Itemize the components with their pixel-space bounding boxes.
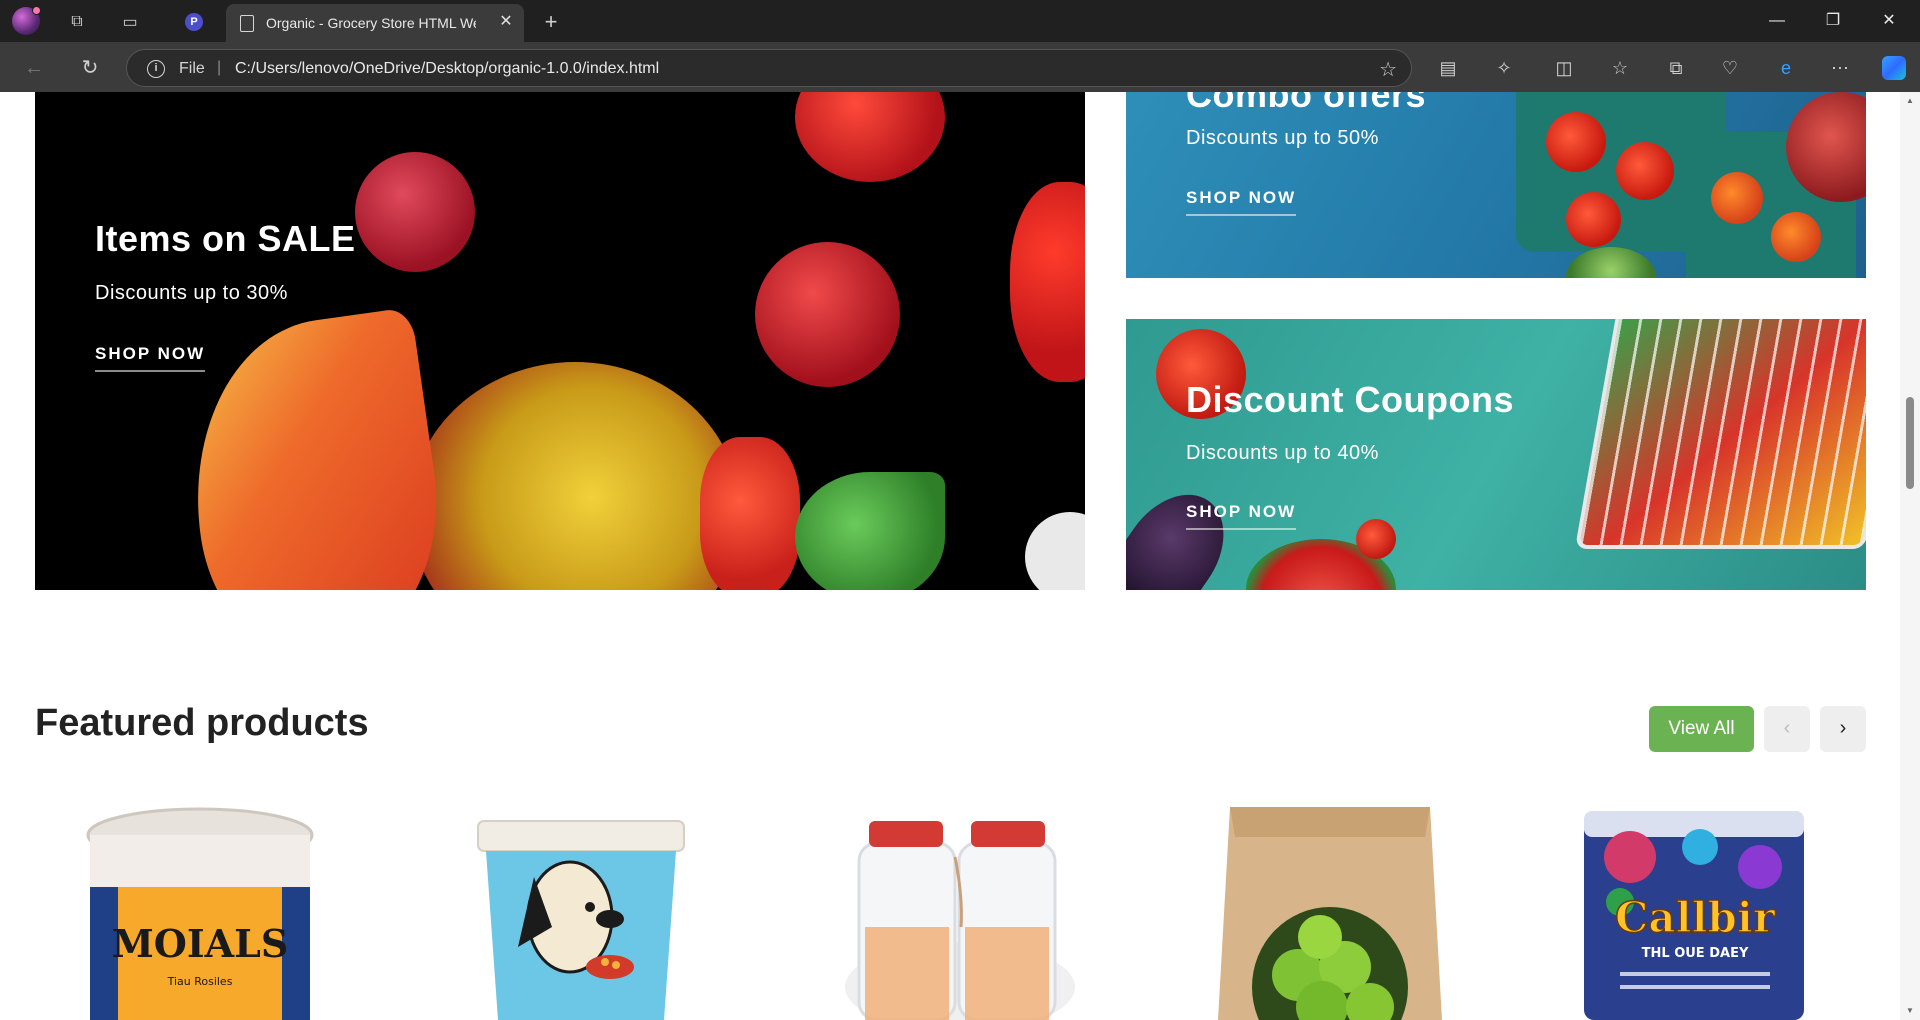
scroll-down-icon[interactable]: ▼ <box>1905 1006 1915 1015</box>
view-all-button[interactable]: View All <box>1649 706 1754 752</box>
product-card[interactable] <box>835 807 1095 1020</box>
page-icon <box>240 15 254 32</box>
raspberry-image <box>355 152 475 272</box>
combo-banner[interactable]: Combo offers Discounts up to 50% SHOP NO… <box>1126 92 1866 278</box>
restore-icon[interactable]: ❐ <box>1818 8 1848 34</box>
coupons-banner[interactable]: Discount Coupons Discounts up to 40% SHO… <box>1126 319 1866 590</box>
product-card[interactable]: Callbir THL OUE DAEY <box>1580 807 1840 1020</box>
jars-product-image <box>845 821 1075 1020</box>
strawberry-image <box>795 92 945 182</box>
scroll-up-icon[interactable]: ▲ <box>1905 96 1915 105</box>
address-bar[interactable]: i File | C:/Users/lenovo/OneDrive/Deskto… <box>126 49 1412 87</box>
tab-organic[interactable]: Organic - Grocery Store HTML We ✕ <box>226 4 524 42</box>
app-available-icon[interactable]: ▤ <box>1434 54 1462 82</box>
tab-title: Organic - Grocery Store HTML We <box>266 15 476 31</box>
workspaces-icon[interactable]: ⧉ <box>64 9 90 35</box>
favorite-star-icon[interactable]: ☆ <box>1379 57 1397 82</box>
tomato-image <box>1546 112 1606 172</box>
close-window-icon[interactable]: ✕ <box>1874 8 1904 34</box>
profile-avatar[interactable] <box>12 6 41 35</box>
notification-dot <box>32 6 41 15</box>
milk-splash-image <box>1025 512 1085 590</box>
pinned-tab-icon[interactable]: P <box>181 9 207 35</box>
browser-essentials-icon[interactable]: ♡ <box>1716 54 1744 82</box>
divider: | <box>217 59 222 76</box>
collections-icon[interactable]: ⧉ <box>1662 54 1690 82</box>
copilot-icon[interactable] <box>1882 56 1906 80</box>
scrollbar-thumb[interactable] <box>1906 397 1914 489</box>
eggplant-image <box>1126 474 1246 590</box>
split-screen-icon[interactable]: ◫ <box>1550 54 1578 82</box>
tomato-image <box>1616 142 1674 200</box>
section-title: Featured products <box>35 702 369 744</box>
limes-bag-product-image <box>1218 807 1442 1020</box>
product-sublabel: THL OUE DAEY <box>1642 946 1749 961</box>
page-scrollbar[interactable]: ▲ ▼ <box>1900 92 1920 1020</box>
sale-shop-now-link[interactable]: SHOP NOW <box>95 344 206 372</box>
back-arrow-icon[interactable]: ← <box>20 54 48 82</box>
edge-bar-icon[interactable]: e <box>1772 54 1800 82</box>
extensions-icon[interactable]: ✧ <box>1490 54 1518 82</box>
product-card[interactable] <box>1210 807 1470 1020</box>
product-label: Callbir <box>1615 893 1776 942</box>
tomato-image <box>1711 172 1763 224</box>
browser-tabbar: ⧉ ▭ P Organic - Grocery Store HTML We ✕ … <box>0 0 1920 42</box>
papaya-slice-image <box>173 306 457 590</box>
banner-subtitle: Discounts up to 40% <box>1186 442 1379 464</box>
info-icon[interactable]: i <box>147 60 165 78</box>
apple-image <box>410 362 740 590</box>
dog-food-product-image <box>477 820 685 1020</box>
more-menu-icon[interactable]: ⋯ <box>1826 54 1854 82</box>
banner-title: Combo offers <box>1186 92 1426 115</box>
tomato-image <box>1771 212 1821 262</box>
tab-actions-icon[interactable]: ▭ <box>117 9 143 35</box>
snack-bag-product-image: Callbir THL OUE DAEY <box>1584 811 1804 1020</box>
product-card[interactable]: MOIALS Tiau Rosiles <box>80 807 340 1020</box>
refresh-icon[interactable]: ↻ <box>76 54 104 82</box>
banner-subtitle: Discounts up to 30% <box>95 282 288 304</box>
mint-leaf-image <box>795 472 945 590</box>
close-tab-icon[interactable]: ✕ <box>496 12 516 32</box>
file-label: File <box>179 60 205 77</box>
product-label: MOIALS <box>112 921 289 966</box>
strawberry-image <box>1010 182 1085 382</box>
browser-toolbar: ← ↻ i File | C:/Users/lenovo/OneDrive/De… <box>0 42 1920 92</box>
carousel-next-button[interactable]: › <box>1820 706 1866 752</box>
minimize-icon[interactable]: — <box>1762 8 1792 34</box>
banner-subtitle: Discounts up to 50% <box>1186 127 1379 149</box>
banner-title: Discount Coupons <box>1186 379 1514 420</box>
raspberry-image <box>755 242 900 387</box>
page-viewport: Items on SALE Discounts up to 30% SHOP N… <box>0 92 1900 1020</box>
banner-title: Items on SALE <box>95 218 356 259</box>
tomato-image <box>1566 192 1621 247</box>
product-sublabel: Tiau Rosiles <box>167 975 233 988</box>
carousel-prev-button[interactable]: ‹ <box>1764 706 1810 752</box>
combo-shop-now-link[interactable]: SHOP NOW <box>1186 188 1297 216</box>
new-tab-icon[interactable]: + <box>538 9 564 35</box>
tomato-image <box>1356 519 1396 559</box>
favorites-icon[interactable]: ☆ <box>1606 54 1634 82</box>
url-text[interactable]: C:/Users/lenovo/OneDrive/Desktop/organic… <box>235 60 659 78</box>
product-card[interactable] <box>460 807 720 1020</box>
coupons-shop-now-link[interactable]: SHOP NOW <box>1186 502 1297 530</box>
shopping-cart-image <box>1574 319 1866 549</box>
strawberry-image <box>700 437 800 590</box>
sale-banner[interactable]: Items on SALE Discounts up to 30% SHOP N… <box>35 92 1085 590</box>
can-product-image: MOIALS Tiau Rosiles <box>86 807 314 1020</box>
